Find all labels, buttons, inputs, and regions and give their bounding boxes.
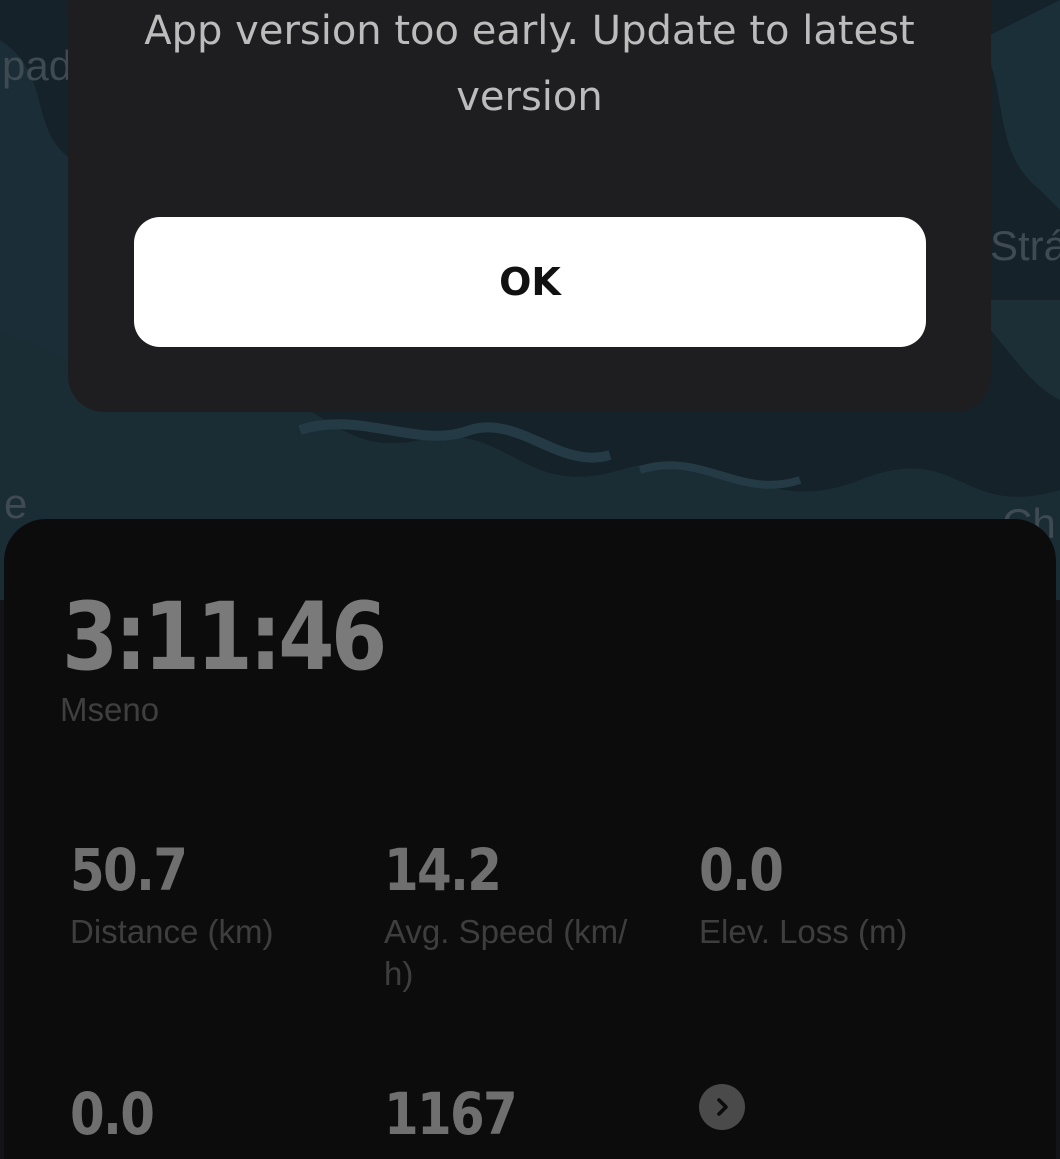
stat-value: 14.2 bbox=[384, 836, 502, 904]
stat-item: 1167 bbox=[384, 1081, 674, 1147]
ok-button[interactable]: OK bbox=[134, 217, 926, 347]
stat-elev-loss: 0.0 Elev. Loss (m) bbox=[699, 837, 989, 953]
dialog-message: App version too early. Update to latest … bbox=[144, 8, 915, 120]
stat-value: 0.0 bbox=[70, 1080, 155, 1148]
stat-label: Avg. Speed (km/ h) bbox=[384, 913, 628, 992]
activity-summary-sheet: 3:11:46 Mseno 50.7 Distance (km) 14.2 Av… bbox=[4, 519, 1056, 1159]
stat-item: 0.0 bbox=[70, 1081, 360, 1147]
duration-value: 3:11:46 bbox=[62, 583, 387, 692]
stat-value: 50.7 bbox=[70, 836, 188, 904]
chevron-right-icon bbox=[717, 1098, 728, 1116]
map-place-label: Strá bbox=[990, 222, 1060, 269]
stat-label: Distance (km) bbox=[70, 913, 274, 950]
map-place-label: pad bbox=[2, 42, 73, 89]
stat-value: 1167 bbox=[384, 1080, 518, 1148]
stat-label: Elev. Loss (m) bbox=[699, 913, 908, 950]
update-dialog: App version too early. Update to latest … bbox=[68, 0, 991, 412]
more-stats-button[interactable] bbox=[699, 1084, 745, 1130]
place-name: Mseno bbox=[60, 691, 160, 728]
map-place-label: e bbox=[4, 480, 28, 527]
stat-value: 0.0 bbox=[699, 836, 784, 904]
stat-distance: 50.7 Distance (km) bbox=[70, 837, 360, 953]
stat-avg-speed: 14.2 Avg. Speed (km/ h) bbox=[384, 837, 664, 995]
